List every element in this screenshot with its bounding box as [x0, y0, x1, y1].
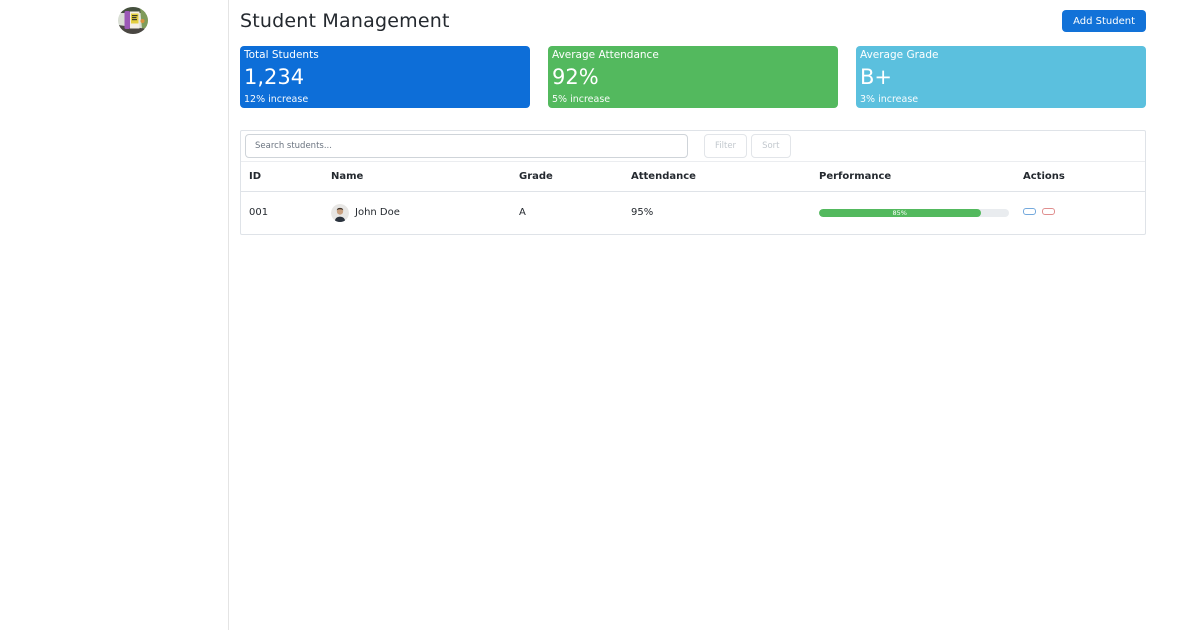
column-header-actions: Actions	[1015, 162, 1145, 192]
stats-row: Total Students 1,234 12% increase Averag…	[240, 46, 1146, 108]
cell-performance: 85%	[811, 192, 1015, 234]
stat-change: 3% increase	[860, 94, 919, 105]
app-logo	[118, 7, 148, 34]
sidebar	[0, 0, 229, 630]
stat-change: 5% increase	[552, 94, 611, 105]
table-header-row: ID Name Grade Attendance Performance Act…	[241, 162, 1145, 192]
page-title: Student Management	[240, 10, 450, 32]
avatar-image	[331, 203, 349, 222]
stat-value: 1,234	[244, 65, 305, 89]
column-header-id: ID	[241, 162, 323, 192]
student-avatar	[331, 203, 349, 222]
stat-value: B+	[860, 65, 893, 89]
column-header-performance: Performance	[811, 162, 1015, 192]
table-row: 001 John Doe A 95% 85%	[241, 192, 1145, 234]
cell-grade: A	[519, 207, 526, 219]
students-toolbar: Filter Sort	[241, 131, 1145, 162]
page-header: Student Management Add Student	[240, 6, 1146, 36]
add-student-button[interactable]: Add Student	[1062, 10, 1146, 32]
column-header-attendance: Attendance	[623, 162, 811, 192]
stat-value: 92%	[552, 65, 599, 89]
students-panel: Filter Sort ID Name Grade Attendance Per…	[240, 130, 1146, 235]
main-content: Student Management Add Student Total Stu…	[230, 0, 1200, 630]
column-header-grade: Grade	[511, 162, 623, 192]
performance-progress-bar: 85%	[819, 208, 1009, 217]
stat-label: Average Attendance	[552, 49, 659, 61]
stat-card-average-grade: Average Grade B+ 3% increase	[856, 46, 1146, 108]
search-input[interactable]	[245, 134, 688, 158]
edit-button[interactable]	[1023, 208, 1036, 216]
stat-label: Total Students	[244, 49, 319, 61]
cell-id: 001	[249, 207, 269, 219]
cell-name: John Doe	[323, 192, 511, 234]
stat-change: 12% increase	[244, 94, 309, 105]
stat-card-average-attendance: Average Attendance 92% 5% increase	[548, 46, 838, 108]
student-name: John Doe	[355, 207, 400, 219]
stat-label: Average Grade	[860, 49, 939, 61]
delete-button[interactable]	[1042, 208, 1056, 216]
stat-card-total-students: Total Students 1,234 12% increase	[240, 46, 530, 108]
filter-button[interactable]: Filter	[704, 134, 748, 158]
students-table: ID Name Grade Attendance Performance Act…	[241, 162, 1145, 234]
cell-attendance: 95%	[631, 207, 654, 219]
cell-actions	[1015, 192, 1145, 234]
column-header-name: Name	[323, 162, 511, 192]
app-logo-icon	[118, 7, 148, 34]
sort-button[interactable]: Sort	[751, 134, 791, 158]
performance-progress-fill: 85%	[819, 208, 981, 217]
